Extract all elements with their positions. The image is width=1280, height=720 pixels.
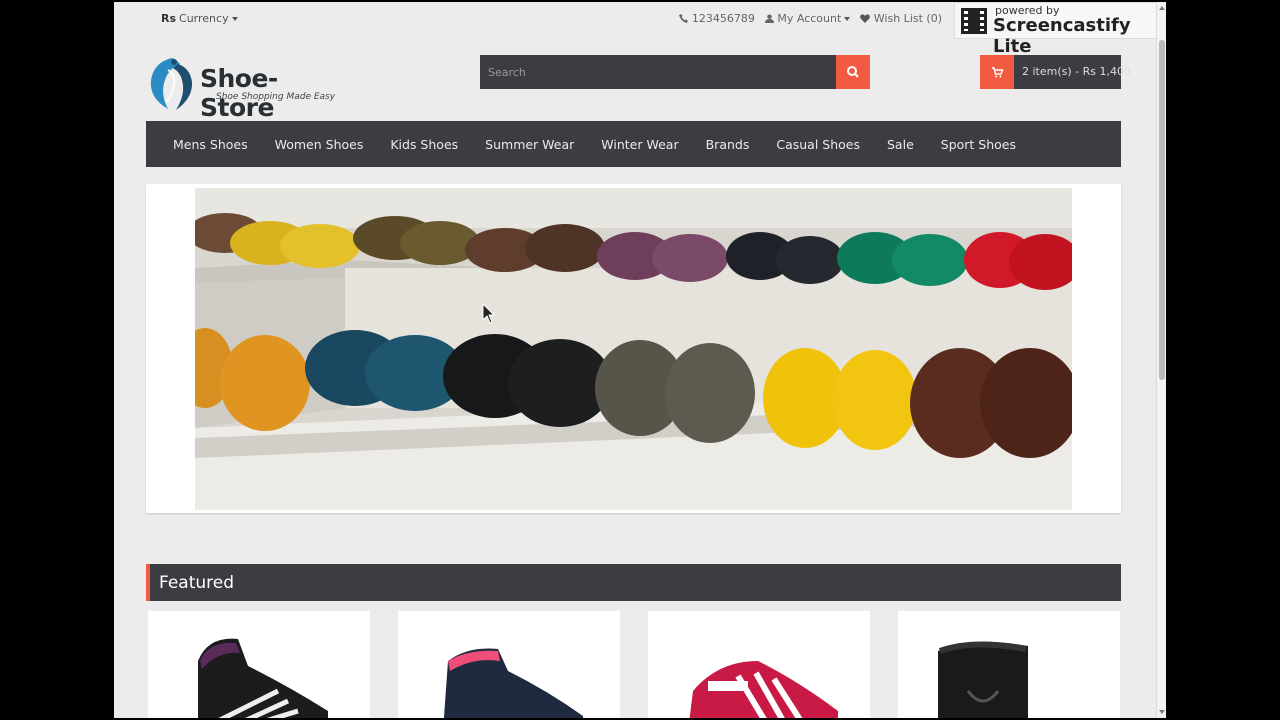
currency-label: Currency [179, 12, 229, 25]
my-account-label: My Account [777, 12, 842, 25]
mouse-cursor-icon [482, 303, 496, 324]
search-input[interactable] [480, 55, 836, 89]
phone-link[interactable]: 123456789 [679, 12, 755, 25]
product-card[interactable] [148, 611, 370, 718]
nav-item-kids-shoes[interactable]: Kids Shoes [390, 137, 458, 152]
search-button[interactable] [836, 55, 870, 89]
shoe-store-logo-icon [150, 58, 193, 110]
nav-item-sale[interactable]: Sale [887, 137, 914, 152]
film-icon [961, 8, 987, 34]
nav-item-winter-wear[interactable]: Winter Wear [601, 137, 678, 152]
product-image [443, 648, 583, 718]
wish-list-link[interactable]: Wish List (0) [860, 12, 942, 25]
currency-symbol: Rs [161, 12, 177, 25]
cart-icon-wrap [980, 55, 1014, 89]
nav-item-women-shoes[interactable]: Women Shoes [275, 137, 364, 152]
nav-item-mens-shoes[interactable]: Mens Shoes [173, 137, 248, 152]
shopping-cart-icon [992, 67, 1004, 78]
cart-summary: 2 item(s) - Rs 1,400 [1022, 65, 1131, 78]
nav-item-summer-wear[interactable]: Summer Wear [485, 137, 574, 152]
currency-dropdown[interactable]: Rs Currency [161, 12, 238, 25]
product-image [198, 638, 328, 718]
featured-section-header: Featured [146, 564, 1121, 601]
nav-item-casual-shoes[interactable]: Casual Shoes [776, 137, 860, 152]
cart-button[interactable]: 2 item(s) - Rs 1,400 [980, 55, 1131, 89]
site-logo[interactable]: Shoe-Store Shoe Shopping Made Easy [146, 54, 346, 122]
screencastify-watermark: powered by Screencastify Lite [954, 2, 1166, 57]
wish-list-label: Wish List (0) [873, 12, 942, 25]
caret-down-icon [844, 17, 851, 21]
phone-number: 123456789 [691, 12, 755, 25]
shoe-display-image [195, 188, 1072, 510]
scroll-up-icon[interactable] [1159, 6, 1165, 10]
featured-title: Featured [159, 573, 235, 593]
featured-products [148, 611, 1121, 718]
scrollbar-thumb[interactable] [1159, 40, 1165, 380]
logo-tagline: Shoe Shopping Made Easy [216, 92, 336, 102]
watermark-brand: Screencastify Lite [993, 15, 1131, 57]
my-account-link[interactable]: My Account [764, 12, 851, 25]
user-icon [764, 14, 774, 23]
heart-icon [860, 14, 871, 23]
product-image [689, 661, 838, 718]
product-card[interactable] [398, 611, 620, 718]
phone-icon [679, 14, 689, 23]
scroll-down-icon[interactable] [1159, 710, 1165, 714]
search-bar [480, 55, 870, 89]
top-links: 123456789 My Account Wish List (0) [679, 12, 942, 25]
product-card[interactable] [898, 611, 1120, 718]
main-nav: Mens Shoes Women Shoes Kids Shoes Summer… [146, 121, 1121, 167]
nav-item-sport-shoes[interactable]: Sport Shoes [941, 137, 1016, 152]
browser-viewport: Rs Currency 123456789 My Account Wish Lis… [114, 2, 1166, 718]
nav-item-brands[interactable]: Brands [706, 137, 750, 152]
page-scrollbar[interactable] [1156, 2, 1166, 718]
search-icon [847, 66, 859, 78]
product-card[interactable] [648, 611, 870, 718]
hero-banner[interactable] [146, 184, 1121, 513]
caret-down-icon [231, 17, 238, 21]
product-image [938, 641, 1028, 718]
